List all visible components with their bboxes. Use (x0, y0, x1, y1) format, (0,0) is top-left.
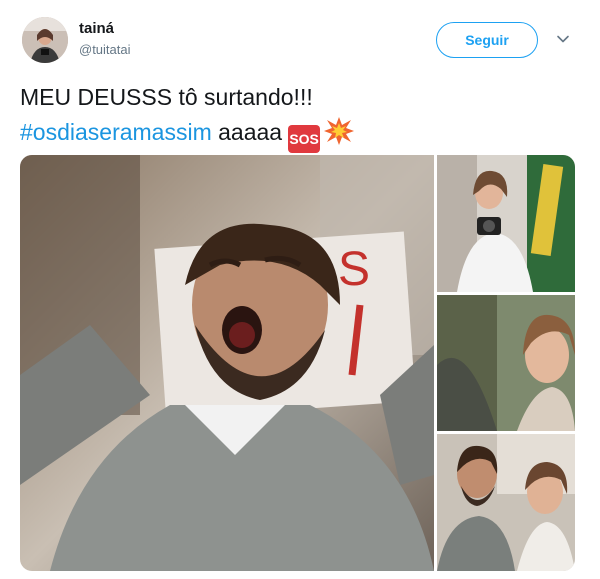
svg-text:S: S (338, 243, 370, 296)
photo-woman-camera[interactable] (437, 155, 575, 292)
hashtag-link[interactable]: #osdiaseramassim (20, 119, 212, 145)
sos-button-emoji: SOS (288, 125, 321, 153)
photo-shouting-man[interactable]: S (20, 155, 434, 571)
chevron-down-icon[interactable] (556, 32, 570, 46)
tweet-line-1: MEU DEUSSS tô surtando!!! (20, 84, 313, 110)
follow-button[interactable]: Seguir (436, 22, 538, 58)
user-handle[interactable]: @tuitatai (79, 42, 131, 57)
photo-woman-closeup[interactable] (437, 295, 575, 431)
collision-emoji (324, 117, 355, 145)
tweet-line-2: #osdiaseramassim aaaaa SOS (20, 115, 580, 153)
photo-couple[interactable] (437, 434, 575, 571)
tweet-text: MEU DEUSSS tô surtando!!! #osdiaseramass… (20, 80, 580, 153)
avatar[interactable] (22, 17, 68, 63)
tweet-media-grid: S (20, 155, 575, 571)
display-name[interactable]: tainá (79, 20, 114, 37)
tweet-line-2-text: aaaaa (211, 119, 283, 145)
